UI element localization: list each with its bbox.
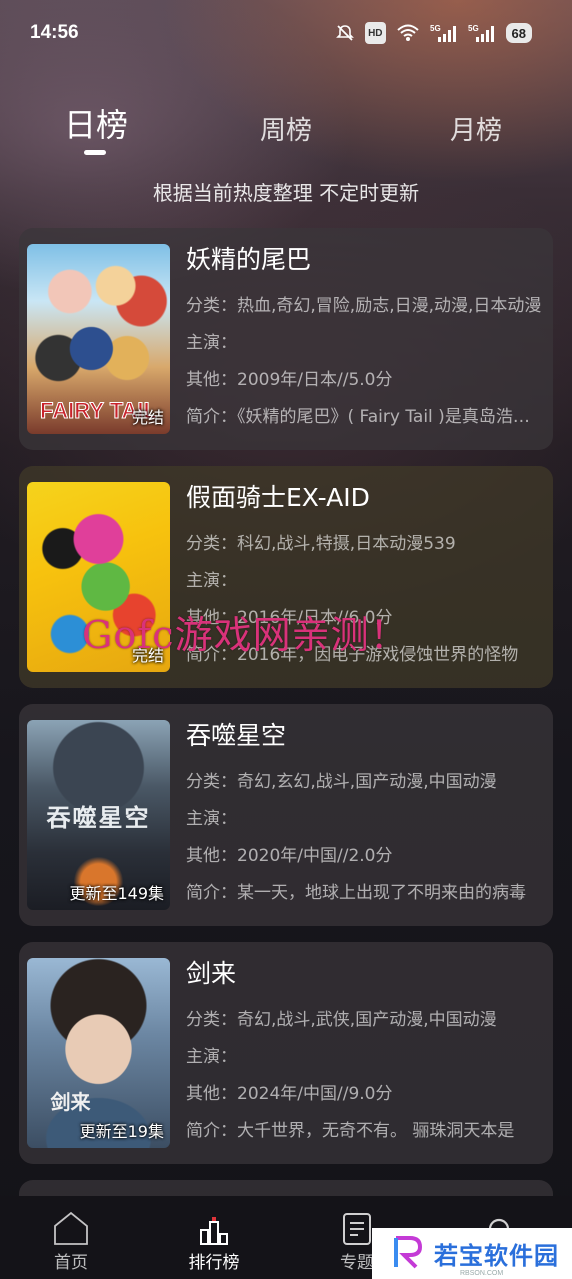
ranking-tabs: 日榜 周榜 月榜: [0, 100, 572, 160]
item-cast: 主演：: [186, 809, 237, 829]
item-other: 其他：2024年/中国//9.0分: [186, 1084, 393, 1104]
nav-ranking-label: 排行榜: [188, 1253, 240, 1273]
status-badge: 更新至149集: [69, 884, 164, 903]
item-other: 其他：2020年/中国//2.0分: [186, 846, 393, 866]
item-cast: 主演：: [186, 333, 237, 353]
status-badge: 更新至19集: [79, 1122, 164, 1141]
tab-weekly[interactable]: 周榜: [260, 110, 312, 147]
item-title: 剑来: [186, 959, 237, 988]
nav-home[interactable]: 首页: [31, 1210, 111, 1273]
cover-logo: 吞噬星空: [46, 805, 151, 832]
site-logo: 若宝软件园 RBSON.COM: [372, 1228, 572, 1279]
list-item[interactable]: 剑来 更新至19集 剑来 分类：奇幻,战斗,武侠,国产动漫,中国动漫 主演： 其…: [19, 942, 553, 1164]
wifi-icon: [396, 22, 420, 44]
5g-signal-icon: 5G: [468, 22, 496, 44]
list-item[interactable]: FAIRY TAIL 完结 妖精的尾巴 分类：热血,奇幻,冒险,励志,日漫,动漫…: [19, 228, 553, 450]
item-category: 分类：科幻,战斗,特摄,日本动漫539: [186, 534, 456, 554]
cover-image: FAIRY TAIL 完结: [27, 244, 170, 434]
item-category: 分类：奇幻,玄幻,战斗,国产动漫,中国动漫: [186, 772, 497, 792]
item-title: 吞噬星空: [186, 721, 287, 750]
status-icons: HD 5G 5G 68: [335, 22, 532, 44]
watermark-text: Gofc游戏网亲测！: [82, 613, 409, 657]
item-intro: 简介：《妖精的尾巴》( Fairy Tail )是真岛浩创作的漫画: [186, 407, 542, 427]
logo-icon: [390, 1234, 426, 1274]
item-intro: 简介：大千世界，无奇不有。 骊珠洞天本是: [186, 1121, 515, 1141]
cover-image: 吞噬星空 更新至149集: [27, 720, 170, 910]
logo-text: 若宝软件园: [434, 1242, 559, 1270]
item-category: 分类：热血,奇幻,冒险,励志,日漫,动漫,日本动漫: [186, 296, 542, 316]
tab-monthly[interactable]: 月榜: [450, 110, 502, 147]
item-other: 其他：2009年/日本//5.0分: [186, 370, 393, 390]
item-cast: 主演：: [186, 1047, 237, 1067]
hd-icon: HD: [365, 22, 386, 44]
list-item[interactable]: 吞噬星空 更新至149集 吞噬星空 分类：奇幻,玄幻,战斗,国产动漫,中国动漫 …: [19, 704, 553, 926]
battery-indicator: 68: [505, 23, 532, 43]
tab-daily[interactable]: 日榜: [64, 100, 128, 146]
cover-image: 剑来 更新至19集: [27, 958, 170, 1148]
item-title: 妖精的尾巴: [186, 245, 312, 274]
home-icon: [31, 1210, 111, 1246]
item-title: 假面骑士EX-AID: [186, 483, 370, 512]
item-cast: 主演：: [186, 571, 237, 591]
page-subtitle: 根据当前热度整理 不定时更新: [152, 181, 420, 205]
status-badge: 完结: [131, 408, 164, 427]
status-bar: 14:56 HD 5G 5G 68: [0, 0, 572, 66]
status-time: 14:56: [30, 22, 79, 43]
mute-icon: [335, 22, 355, 44]
svg-text:5G: 5G: [468, 24, 479, 33]
nav-ranking[interactable]: 排行榜: [174, 1210, 254, 1273]
logo-subtext: RBSON.COM: [460, 1270, 504, 1277]
ranking-icon: [174, 1210, 254, 1246]
nav-home-label: 首页: [54, 1253, 88, 1273]
item-category: 分类：奇幻,战斗,武侠,国产动漫,中国动漫: [186, 1010, 497, 1030]
cover-logo: 剑来: [50, 1090, 91, 1114]
tab-indicator: [84, 150, 106, 155]
item-intro: 简介：某一天，地球上出现了不明来由的病毒: [186, 883, 526, 903]
svg-text:5G: 5G: [430, 24, 441, 33]
5g-signal-icon: 5G: [430, 22, 458, 44]
